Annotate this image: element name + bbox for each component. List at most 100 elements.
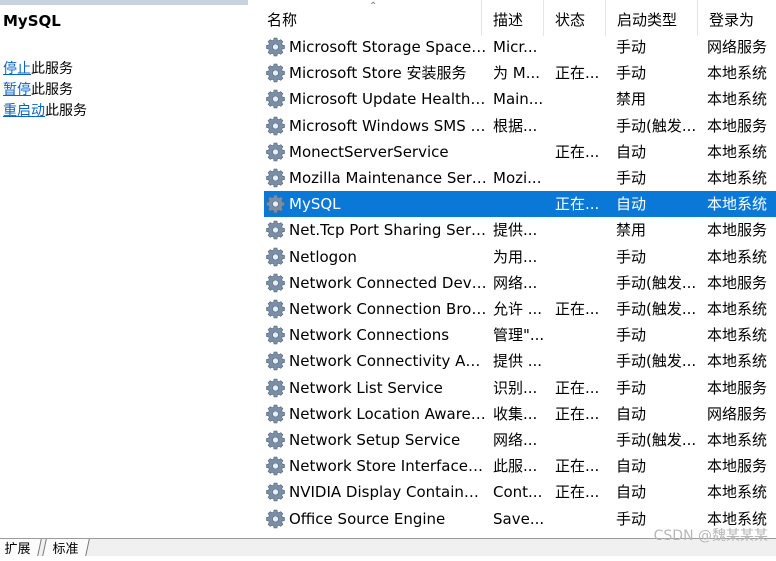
gear-icon (266, 325, 286, 345)
service-startup-type: 手动 (616, 247, 647, 266)
service-name: Microsoft Storage Spaces S... (289, 38, 487, 56)
service-startup-type: 手动(触发... (616, 273, 697, 292)
service-name: Microsoft Store 安装服务 (289, 64, 467, 83)
service-startup-type: 手动(触发... (616, 352, 697, 371)
service-startup-type: 手动 (616, 64, 647, 83)
stop-service-link[interactable]: 停止 (3, 61, 31, 77)
service-status (555, 86, 613, 112)
service-startup-type: 自动 (616, 483, 647, 502)
table-row[interactable]: Network Store Interface Se... 此服... 正在... 自… (264, 453, 776, 479)
service-log-on-as: 本地系统 (707, 142, 768, 161)
gear-icon (266, 142, 286, 162)
service-log-on-as: 本地服务 (707, 221, 768, 240)
gear-icon (266, 482, 286, 502)
service-startup-type: 自动 (616, 404, 647, 423)
service-name: NVIDIA Display Container LS (289, 483, 487, 502)
service-status (555, 506, 613, 532)
table-row[interactable]: Network Connectivity Assis... 提供 ... 手动(触发… (264, 348, 776, 374)
service-status (555, 427, 613, 453)
table-row[interactable]: Network Connection Broker 允许 ... 正在... 手动(触… (264, 296, 776, 322)
tab-extended-label: 扩展 (4, 542, 31, 557)
column-header-status[interactable]: 状态 (544, 0, 606, 36)
service-startup-type: 手动(触发... (616, 116, 697, 135)
table-row[interactable]: Mozilla Maintenance Service Mozi... 手动 本地系统 (264, 165, 776, 191)
service-name: Network List Service (289, 378, 443, 397)
restart-service-link[interactable]: 重启动 (3, 103, 45, 119)
service-startup-type: 自动 (616, 457, 647, 476)
service-status (555, 34, 613, 60)
service-startup-type: 自动 (616, 195, 647, 214)
service-description: Micr... (493, 38, 538, 56)
table-row[interactable]: Microsoft Storage Spaces S... Micr... 手动 网络… (264, 34, 776, 60)
service-description: Save... (493, 509, 545, 528)
gear-icon (266, 430, 286, 450)
service-name: Microsoft Update Health S... (289, 90, 487, 109)
services-list: Microsoft Storage Spaces S... Micr... 手动 网络… (256, 34, 776, 538)
service-description (493, 139, 549, 165)
service-description: 为 M... (493, 64, 541, 83)
service-status: 正在... (555, 404, 600, 423)
action-pause-text: 此服务 (31, 82, 73, 98)
column-header-startup-type[interactable]: 启动类型 (606, 0, 698, 36)
service-description: 此服... (493, 457, 538, 476)
service-log-on-as: 本地服务 (707, 116, 768, 135)
gear-icon (266, 37, 286, 57)
service-startup-type: 手动 (616, 169, 647, 187)
service-startup-type: 手动 (616, 326, 647, 345)
service-description: 网络... (493, 273, 538, 292)
service-log-on-as: 本地系统 (707, 90, 768, 109)
tab-standard[interactable]: 标准 (42, 539, 90, 557)
service-name: Network Connection Broker (289, 300, 487, 318)
column-header-name[interactable]: 名称 (256, 0, 482, 36)
column-header-log-on-as[interactable]: 登录为 (698, 0, 776, 36)
service-status (555, 217, 613, 243)
service-log-on-as: 网络服务 (707, 404, 768, 423)
gear-icon (266, 509, 286, 529)
service-startup-type: 自动 (616, 142, 647, 161)
table-row[interactable]: Network Connected Devic... 网络... 手动(触发... 本… (264, 270, 776, 296)
table-row[interactable]: Microsoft Store 安装服务 为 M... 正在... 手动 本地系统 (264, 60, 776, 86)
gear-icon (266, 63, 286, 83)
service-log-on-as: 本地系统 (707, 431, 768, 449)
table-row[interactable]: Microsoft Windows SMS 路... 根据... 手动(触发... 本… (264, 113, 776, 139)
gear-icon (266, 220, 286, 240)
service-status: 正在... (555, 300, 600, 318)
service-name: Microsoft Windows SMS 路... (289, 116, 487, 135)
table-row[interactable]: Network List Service 识别... 正在... 手动 本地服务 (264, 375, 776, 401)
pause-service-link[interactable]: 暂停 (3, 82, 31, 98)
gear-icon (266, 89, 286, 109)
table-row[interactable]: Network Location Awarene... 收集... 正在... 自动 网… (264, 401, 776, 427)
column-header-description[interactable]: 描述 (482, 0, 544, 36)
table-row[interactable]: Network Connections 管理"... 手动 本地系统 (264, 322, 776, 348)
service-log-on-as: 网络服务 (707, 38, 768, 56)
service-log-on-as: 本地服务 (707, 378, 768, 397)
service-status: 正在... (555, 142, 600, 161)
service-log-on-as: 本地系统 (707, 247, 768, 266)
table-row[interactable]: Netlogon 为用... 手动 本地系统 (264, 244, 776, 270)
service-status: 正在... (555, 378, 600, 397)
service-description: 允许 ... (493, 300, 543, 318)
service-description: 收集... (493, 404, 538, 423)
service-status (555, 165, 613, 191)
selected-service-title: MySQL (3, 12, 61, 30)
service-startup-type: 手动(触发... (616, 300, 697, 318)
gear-icon (266, 116, 286, 136)
action-stop-text: 此服务 (31, 61, 73, 77)
action-stop: 停止此服务 (3, 59, 87, 80)
table-row[interactable]: NVIDIA Display Container LS Cont... 正在... 自… (264, 479, 776, 505)
service-name: MySQL (289, 195, 341, 214)
service-name: MonectServerService (289, 142, 449, 161)
table-row[interactable]: Microsoft Update Health S... Main... 禁用 本地系… (264, 86, 776, 112)
service-name: Net.Tcp Port Sharing Service (289, 221, 487, 240)
service-row-selected[interactable]: MySQL 正在... 自动 本地系统 (264, 191, 776, 218)
gear-icon (266, 168, 286, 188)
service-status: 正在... (555, 195, 600, 214)
table-row[interactable]: Net.Tcp Port Sharing Service 提供... 禁用 本地服务 (264, 217, 776, 243)
table-row[interactable]: Network Setup Service 网络... 手动(触发... 本地系统 (264, 427, 776, 453)
service-startup-type: 禁用 (616, 90, 647, 109)
gear-icon (266, 194, 286, 214)
service-name: Network Setup Service (289, 431, 461, 449)
tab-extended[interactable]: 扩展 (0, 539, 42, 557)
table-row[interactable]: MonectServerService 正在... 自动 本地系统 (264, 139, 776, 165)
service-name: Network Connections (289, 326, 450, 345)
